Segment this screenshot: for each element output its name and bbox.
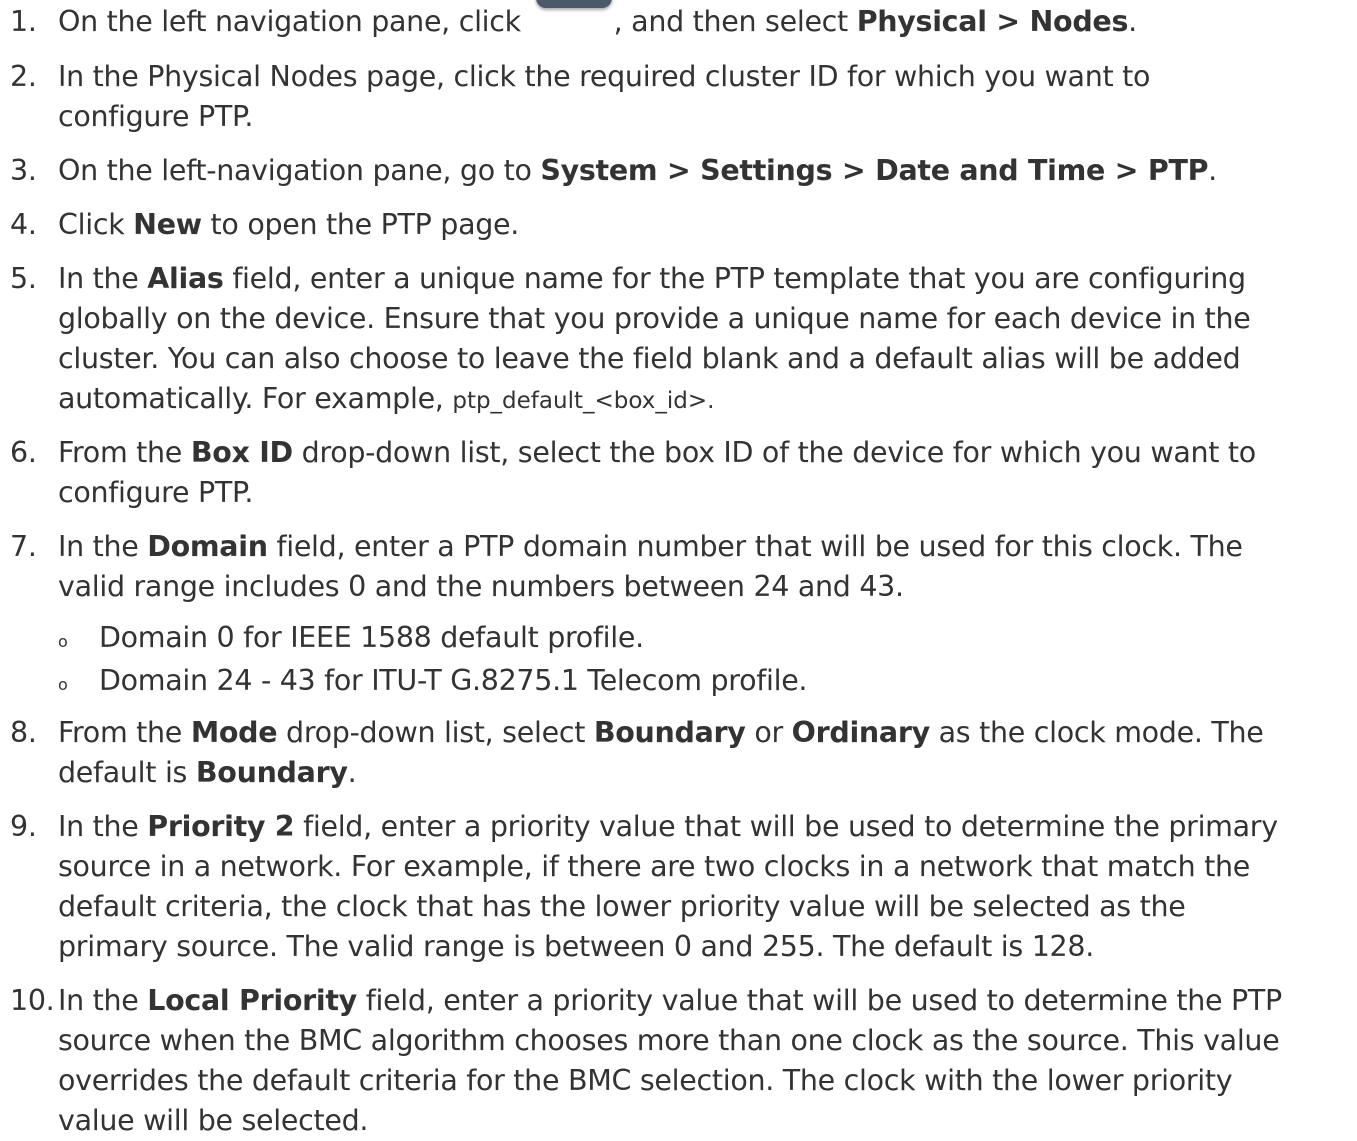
example-alias: ptp_default_<box_id> — [452, 388, 708, 414]
step-number: 5. — [10, 262, 37, 295]
step-text: In the Alias field, enter a unique name … — [58, 262, 1251, 415]
step-text: From the Box ID drop-down list, select t… — [58, 436, 1256, 509]
step-number: 4. — [10, 208, 37, 241]
step-text: In the Priority 2 field, enter a priorit… — [58, 810, 1278, 963]
step-number: 9. — [10, 810, 37, 843]
step-number: 1. — [10, 5, 37, 38]
step-text: On the left-navigation pane, go to Syste… — [58, 154, 1217, 187]
bullet-icon: o — [58, 632, 68, 651]
step-number: 2. — [10, 60, 37, 93]
step-text: In the Physical Nodes page, click the re… — [58, 60, 1151, 133]
step-number: 6. — [10, 436, 37, 469]
bullet-icon: o — [58, 675, 68, 694]
step-text: From the Mode drop-down list, select Bou… — [58, 716, 1264, 789]
step-number: 10. — [10, 984, 55, 1017]
server-icon — [535, 0, 612, 8]
step-text: In the Domain field, enter a PTP domain … — [58, 530, 1243, 603]
step-text: On the left navigation pane, click , and… — [58, 0, 1348, 42]
step-number: 7. — [10, 530, 37, 563]
step-number: 8. — [10, 716, 37, 749]
step-text: In the Local Priority field, enter a pri… — [58, 984, 1282, 1137]
step-text: Click New to open the PTP page. — [58, 208, 520, 241]
step-number: 3. — [10, 154, 37, 187]
